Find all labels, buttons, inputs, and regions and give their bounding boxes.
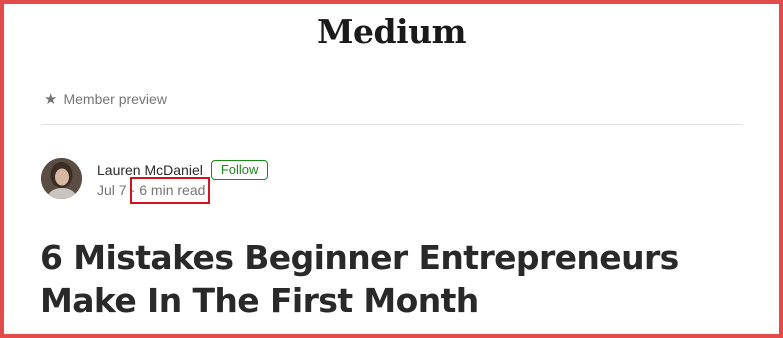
medium-logo[interactable]: Medium bbox=[0, 12, 783, 51]
member-preview-label: Member preview bbox=[63, 91, 167, 107]
article-title: 6 Mistakes Beginner Entrepreneurs Make I… bbox=[40, 238, 679, 320]
post-meta: Jul 7 · 6 min read bbox=[97, 182, 205, 198]
star-icon: ★ bbox=[44, 90, 58, 108]
follow-button[interactable]: Follow bbox=[210, 160, 269, 180]
divider bbox=[41, 124, 743, 125]
post-date[interactable]: Jul 7 bbox=[97, 182, 127, 198]
member-preview-badge: ★ Member preview bbox=[44, 91, 167, 107]
avatar-photo bbox=[41, 158, 82, 199]
read-time: 6 min read bbox=[139, 182, 206, 198]
author-name-link[interactable]: Lauren McDaniel bbox=[97, 162, 203, 178]
meta-separator: · bbox=[130, 182, 136, 198]
avatar[interactable] bbox=[41, 158, 82, 199]
